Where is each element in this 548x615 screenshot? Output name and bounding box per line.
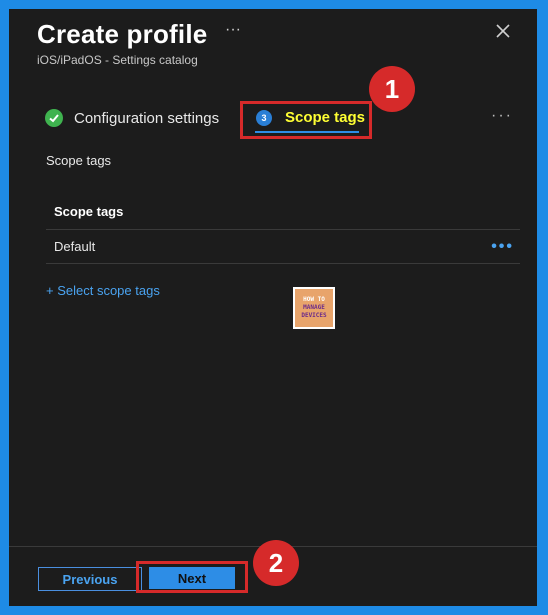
row-more-icon[interactable]: ••• <box>491 238 514 256</box>
select-scope-tags-link[interactable]: + Select scope tags <box>46 283 160 298</box>
tabs-more-icon[interactable]: ··· <box>491 107 513 125</box>
scope-tag-name: Default <box>54 239 96 254</box>
active-tab-underline <box>255 131 359 133</box>
check-icon <box>45 109 63 127</box>
tab-configuration-settings[interactable]: Configuration settings <box>45 109 219 127</box>
page-title: Create profile <box>37 19 208 49</box>
create-profile-panel: Create profile ··· iOS/iPadOS - Settings… <box>9 9 537 606</box>
tab-configuration-settings-label: Configuration settings <box>74 109 220 127</box>
annotation-badge-1: 1 <box>369 66 415 112</box>
section-label: Scope tags <box>46 153 112 168</box>
next-button[interactable]: Next <box>149 567 235 589</box>
tab-scope-tags[interactable]: 3 Scope tags <box>256 109 365 126</box>
table-header: Scope tags <box>46 194 520 230</box>
logo-line-1: HOW TO <box>303 296 325 303</box>
tab-scope-tags-label: Scope tags <box>285 109 366 126</box>
logo-line-3: DEVICES <box>301 312 327 319</box>
table-row: Default ••• <box>46 230 520 264</box>
title-more-icon[interactable]: ··· <box>225 21 241 39</box>
scope-tags-table: Scope tags Default ••• <box>46 194 520 264</box>
step-number-icon: 3 <box>256 109 272 126</box>
close-icon[interactable] <box>493 21 513 41</box>
logo-line-2: MANAGE <box>303 304 325 311</box>
page-subtitle: iOS/iPadOS - Settings catalog <box>37 53 198 67</box>
previous-button[interactable]: Previous <box>38 567 142 591</box>
wizard-tabs: Configuration settings 3 Scope tags ··· <box>9 101 537 141</box>
annotation-badge-2: 2 <box>253 540 299 586</box>
watermark-logo: HOW TO MANAGE DEVICES <box>293 287 335 329</box>
